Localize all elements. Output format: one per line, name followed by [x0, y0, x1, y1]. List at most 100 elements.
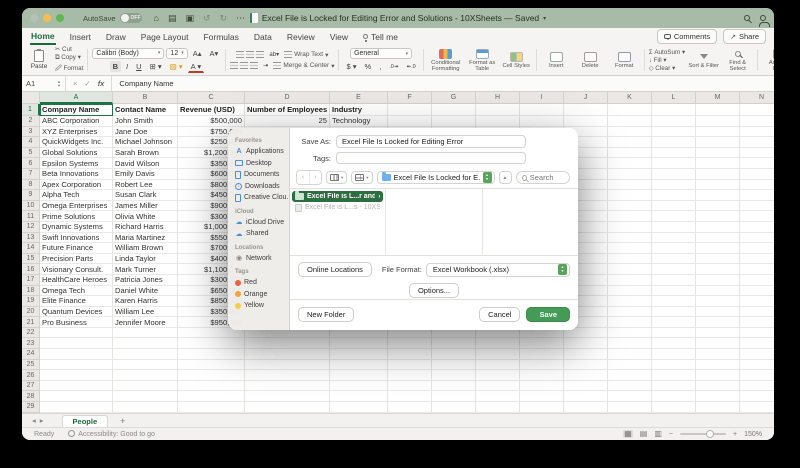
cell[interactable]	[740, 286, 774, 297]
cell[interactable]	[388, 359, 432, 371]
cell[interactable]: William Lee	[113, 306, 178, 318]
conditional-formatting-button[interactable]: Conditional Formatting	[428, 48, 464, 73]
row-header-17[interactable]: 17	[22, 274, 40, 286]
borders-button[interactable]: ⊞ ▾	[147, 61, 165, 72]
merge-center-button[interactable]: Merge & Center ▾	[273, 62, 334, 70]
cell[interactable]	[113, 391, 178, 403]
row-header-27[interactable]: 27	[22, 380, 40, 392]
column-header-H[interactable]: H	[476, 92, 520, 104]
font-size-select[interactable]: 12 ▾	[166, 47, 188, 59]
comma-format-button[interactable]: ,	[376, 61, 384, 72]
cell[interactable]	[388, 104, 432, 116]
cell[interactable]	[740, 338, 774, 350]
cell[interactable]	[652, 232, 696, 244]
close-window-button[interactable]	[30, 14, 38, 22]
cell[interactable]	[652, 380, 696, 392]
cell[interactable]	[330, 370, 388, 381]
cell[interactable]	[245, 349, 330, 360]
cell[interactable]	[520, 116, 564, 127]
cell[interactable]	[740, 349, 774, 360]
row-header-23[interactable]: 23	[22, 338, 40, 350]
folder-path-select[interactable]: Excel File Is Locked for E... ▲ ▼	[376, 171, 495, 184]
sidebar-item-documents[interactable]: Documents	[235, 169, 289, 181]
sidebar-item-shared[interactable]: ☁ Shared	[235, 228, 289, 240]
cell[interactable]	[740, 328, 774, 339]
percent-format-button[interactable]: %	[362, 61, 375, 72]
cell[interactable]: David Wilson	[113, 158, 178, 169]
cell[interactable]	[330, 402, 388, 413]
cell[interactable]	[113, 380, 178, 392]
cell[interactable]	[652, 274, 696, 286]
cell[interactable]	[330, 338, 388, 350]
cell[interactable]: John Smith	[113, 116, 178, 127]
cell[interactable]	[432, 349, 476, 360]
cell[interactable]	[608, 338, 652, 350]
save-as-input[interactable]	[336, 135, 526, 148]
cell[interactable]	[608, 306, 652, 318]
cell[interactable]	[520, 338, 564, 350]
format-as-table-button[interactable]: Format as Table	[467, 48, 498, 73]
column-header-L[interactable]: L	[652, 92, 696, 104]
page-layout-view-button[interactable]: ▤	[640, 430, 648, 438]
column-header-G[interactable]: G	[432, 92, 476, 104]
tab-page-layout[interactable]: Page Layout	[140, 30, 190, 44]
cancel-entry-icon[interactable]: ×	[73, 79, 77, 88]
zoom-in-button[interactable]: +	[733, 431, 737, 438]
cell[interactable]	[696, 179, 740, 191]
cell[interactable]: Revenue (USD)	[178, 104, 245, 116]
cell[interactable]	[178, 402, 245, 413]
column-header-F[interactable]: F	[388, 92, 432, 104]
cell[interactable]: Jennifer Moore	[113, 317, 178, 328]
cell[interactable]	[432, 116, 476, 127]
cell[interactable]: Daniel White	[113, 285, 178, 297]
row-header-9[interactable]: 9	[22, 190, 40, 201]
cell[interactable]	[608, 264, 652, 275]
cell[interactable]	[40, 402, 113, 413]
search-field[interactable]	[515, 171, 570, 184]
cell[interactable]	[178, 338, 245, 350]
redo-icon[interactable]: ↻	[220, 13, 228, 24]
cell[interactable]	[564, 391, 608, 403]
browser-item[interactable]: Excel File is L...r and Solutions›	[292, 191, 384, 202]
column-header-K[interactable]: K	[608, 92, 652, 104]
cell[interactable]	[608, 147, 652, 159]
font-name-select[interactable]: Calibri (Body) ▾	[92, 47, 165, 59]
tab-review[interactable]: Review	[286, 30, 316, 44]
cell[interactable]	[652, 253, 696, 265]
cell[interactable]	[608, 158, 652, 169]
cell[interactable]	[520, 402, 564, 413]
row-header-15[interactable]: 15	[22, 253, 40, 265]
cell[interactable]	[476, 402, 520, 413]
cell[interactable]	[520, 349, 564, 360]
cell[interactable]	[330, 349, 388, 360]
cell[interactable]	[608, 349, 652, 360]
column-header-N[interactable]: N	[740, 92, 774, 104]
cell[interactable]	[245, 380, 330, 392]
save-button[interactable]: Save	[526, 307, 570, 322]
cell[interactable]: 25	[245, 116, 330, 127]
cell[interactable]: Technology	[330, 116, 388, 127]
cell[interactable]	[696, 349, 740, 360]
cell[interactable]: Precision Parts	[40, 253, 113, 265]
zoom-window-button[interactable]	[56, 14, 64, 22]
search-input[interactable]	[529, 173, 564, 182]
cell[interactable]	[245, 391, 330, 403]
wrap-text-button[interactable]: Wrap Text ▾	[284, 51, 328, 59]
cell[interactable]	[564, 380, 608, 392]
cell[interactable]	[608, 211, 652, 222]
collapse-dialog-button[interactable]: ▲	[498, 171, 512, 184]
select-all-corner[interactable]	[22, 92, 40, 104]
sidebar-item-desktop[interactable]: Desktop	[235, 158, 289, 170]
row-header-22[interactable]: 22	[22, 327, 40, 339]
cell[interactable]	[740, 360, 774, 371]
cell[interactable]	[696, 147, 740, 159]
options-button[interactable]: Options...	[408, 283, 460, 298]
analyze-data-button[interactable]: Analyze Data	[762, 48, 774, 73]
next-sheet-icon[interactable]: ▸	[40, 416, 44, 425]
cell[interactable]	[40, 380, 113, 392]
cell[interactable]	[696, 274, 740, 286]
increase-decimal-icon[interactable]: .0↠	[386, 63, 401, 71]
cell[interactable]: Jane Doe	[113, 126, 178, 138]
cell[interactable]	[608, 402, 652, 413]
cell[interactable]: Robert Lee	[113, 179, 178, 191]
